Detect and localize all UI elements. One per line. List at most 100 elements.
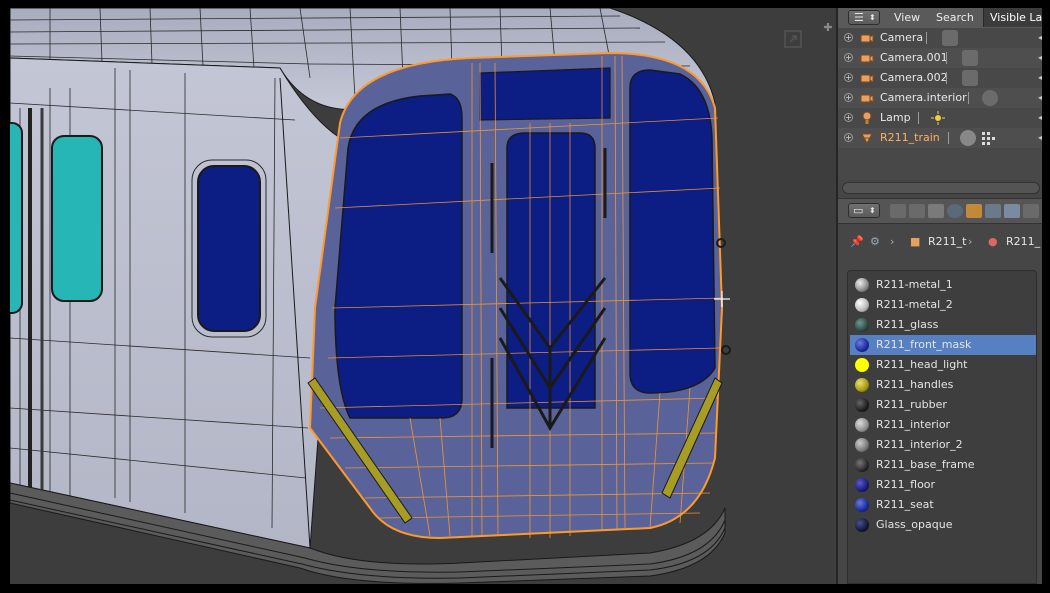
material-slot[interactable]: R211_handles bbox=[850, 375, 1036, 395]
breadcrumb-material[interactable]: R211_ bbox=[1006, 235, 1040, 248]
material-data-icon[interactable] bbox=[960, 130, 976, 146]
outliner-row-camera-002[interactable]: + Camera.002 ◂ bbox=[838, 68, 1042, 88]
material-preview-icon bbox=[855, 298, 869, 312]
outliner-row-r211-train[interactable]: + R211_train ◂ bbox=[838, 128, 1042, 148]
expand-icon[interactable]: + bbox=[844, 133, 853, 142]
material-slot-selected[interactable]: R211_front_mask bbox=[850, 335, 1036, 355]
lamp-data-icon[interactable] bbox=[930, 110, 946, 126]
material-slot[interactable]: R211_rubber bbox=[850, 395, 1036, 415]
material-slot-label: R211_base_frame bbox=[876, 458, 975, 471]
visibility-icon[interactable]: ◂ bbox=[1038, 113, 1042, 123]
material-preview-icon bbox=[855, 398, 869, 412]
object-icon: ■ bbox=[910, 235, 921, 248]
chevron-right-icon: › bbox=[890, 235, 895, 248]
breadcrumb-object[interactable]: R211_t bbox=[928, 235, 966, 248]
side-window-middle bbox=[51, 135, 103, 302]
material-slot[interactable]: R211-metal_2 bbox=[850, 295, 1036, 315]
scene-tab-icon[interactable] bbox=[928, 204, 944, 218]
material-slot[interactable]: R211_seat bbox=[850, 495, 1036, 515]
material-slot[interactable]: R211_glass bbox=[850, 315, 1036, 335]
visibility-icon[interactable]: ◂ bbox=[1038, 133, 1042, 143]
material-preview-icon bbox=[855, 378, 869, 392]
material-icon: ● bbox=[988, 235, 998, 248]
material-preview-icon bbox=[855, 358, 869, 372]
material-preview-icon bbox=[855, 318, 869, 332]
material-slot-label: R211_seat bbox=[876, 498, 934, 511]
visibility-icon[interactable]: ◂ bbox=[1038, 73, 1042, 83]
world-tab-icon[interactable] bbox=[947, 204, 963, 218]
material-slot[interactable]: R211_base_frame bbox=[850, 455, 1036, 475]
scene-icon: ⚙ bbox=[870, 235, 880, 248]
modifier-data-icon[interactable] bbox=[980, 130, 996, 146]
outliner-horizontal-scrollbar[interactable] bbox=[842, 182, 1040, 194]
chevron-updown-icon: ⬍ bbox=[869, 206, 876, 215]
maximize-area-icon[interactable] bbox=[782, 28, 804, 50]
outliner-item-label: Camera.interior bbox=[880, 91, 967, 104]
outliner-item-label: Camera.001 bbox=[880, 51, 948, 64]
display-mode-dropdown[interactable]: Visible Layers bbox=[983, 8, 1042, 27]
material-slot-label: R211-metal_1 bbox=[876, 278, 953, 291]
outliner-row-camera-interior[interactable]: + Camera.interior ◂ bbox=[838, 88, 1042, 108]
visibility-icon[interactable]: ◂ bbox=[1038, 33, 1042, 43]
visibility-icon[interactable]: ◂ bbox=[1038, 93, 1042, 103]
camera-object-icon bbox=[860, 94, 874, 103]
outliner-row-camera[interactable]: + Camera ◂ bbox=[838, 28, 1042, 48]
visibility-icon[interactable]: ◂ bbox=[1038, 53, 1042, 63]
expand-icon[interactable]: + bbox=[844, 73, 853, 82]
outliner-item-label: R211_train bbox=[880, 131, 940, 144]
material-preview-icon bbox=[855, 418, 869, 432]
properties-editor-type-selector[interactable]: ▭ ⬍ bbox=[848, 203, 880, 218]
constraints-tab-icon[interactable] bbox=[985, 204, 1001, 218]
data-tab-icon[interactable] bbox=[1023, 204, 1039, 218]
camera-data-icon[interactable] bbox=[962, 50, 978, 66]
material-slot[interactable]: R211_head_light bbox=[850, 355, 1036, 375]
side-window-left bbox=[10, 122, 23, 314]
train-mesh-render[interactable] bbox=[10, 8, 836, 584]
side-window-right bbox=[197, 165, 261, 332]
outliner-row-lamp[interactable]: + Lamp ◂ bbox=[838, 108, 1042, 128]
chevron-right-icon: › bbox=[968, 235, 973, 248]
mesh-object-icon bbox=[861, 133, 873, 145]
editor-type-selector[interactable]: ☰ ⬍ bbox=[848, 10, 880, 25]
material-slot-list: R211-metal_1 R211-metal_2 R211_glass R21… bbox=[847, 270, 1037, 584]
material-slot[interactable]: R211-metal_1 bbox=[850, 275, 1036, 295]
camera-object-icon bbox=[860, 34, 874, 43]
menu-search[interactable]: Search bbox=[936, 11, 974, 24]
material-preview-icon bbox=[855, 498, 869, 512]
material-preview-icon bbox=[855, 458, 869, 472]
expand-icon[interactable]: + bbox=[844, 53, 853, 62]
pin-icon[interactable]: 📌 bbox=[850, 235, 864, 248]
properties-icon: ▭ bbox=[853, 204, 864, 217]
object-tab-icon[interactable] bbox=[966, 204, 982, 218]
camera-object-icon bbox=[860, 54, 874, 63]
expand-icon[interactable]: + bbox=[844, 93, 853, 102]
outliner-item-label: Lamp bbox=[880, 111, 911, 124]
material-slot[interactable]: R211_interior bbox=[850, 415, 1036, 435]
outliner-item-label: Camera bbox=[880, 31, 924, 44]
material-slot-label: R211_head_light bbox=[876, 358, 968, 371]
modifiers-tab-icon[interactable] bbox=[1004, 204, 1020, 218]
right-panel: ☰ ⬍ View Search Visible Layers + Camera … bbox=[836, 8, 1042, 584]
front-window-left bbox=[334, 93, 463, 419]
material-preview-icon bbox=[855, 478, 869, 492]
camera-data-icon[interactable] bbox=[962, 70, 978, 86]
material-slot[interactable]: Glass_opaque bbox=[850, 515, 1036, 535]
camera-data-icon[interactable] bbox=[942, 30, 958, 46]
material-preview-icon bbox=[855, 338, 869, 352]
camera-data-icon[interactable] bbox=[982, 90, 998, 106]
expand-icon[interactable]: + bbox=[844, 113, 853, 122]
render-tab-icon[interactable] bbox=[890, 204, 906, 218]
expand-icon[interactable]: + bbox=[844, 33, 853, 42]
properties-header: ▭ ⬍ bbox=[838, 198, 1042, 224]
menu-view[interactable]: View bbox=[894, 11, 920, 24]
viewport-split-handle[interactable]: ✚ bbox=[822, 22, 834, 34]
render-layers-tab-icon[interactable] bbox=[909, 204, 925, 218]
material-slot-label: R211_handles bbox=[876, 378, 954, 391]
material-slot[interactable]: R211_interior_2 bbox=[850, 435, 1036, 455]
material-preview-icon bbox=[855, 518, 869, 532]
side-body bbox=[10, 57, 341, 549]
3d-viewport[interactable]: ✚ bbox=[10, 8, 836, 584]
front-window-top bbox=[479, 67, 611, 121]
material-slot[interactable]: R211_floor bbox=[850, 475, 1036, 495]
outliner-row-camera-001[interactable]: + Camera.001 ◂ bbox=[838, 48, 1042, 68]
